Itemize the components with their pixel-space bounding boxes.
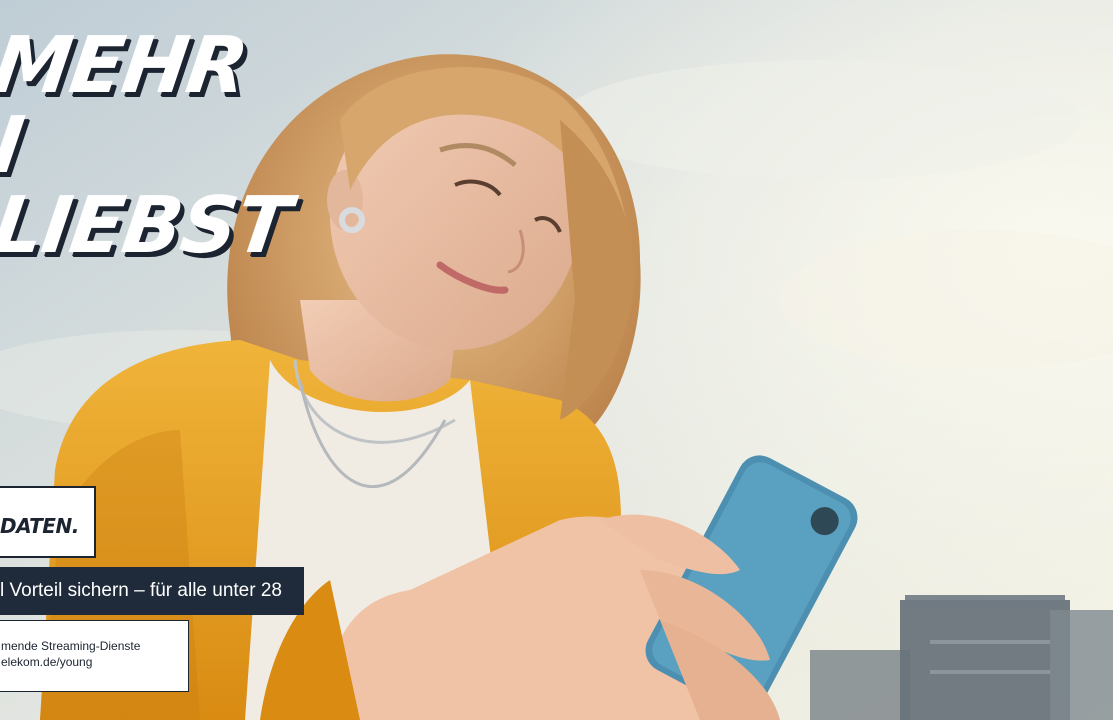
headline-line-2: I xyxy=(0,101,29,191)
data-badge: DATEN. xyxy=(0,486,96,558)
disclaimer-line-2: elekom.de/young xyxy=(1,655,93,669)
headline-line-3: LIEBST xyxy=(0,181,296,271)
headline: MEHR I LIEBST xyxy=(0,21,295,271)
headline-line-1: MEHR xyxy=(0,21,253,111)
disclaimer-box: mende Streaming-Dienste elekom.de/young xyxy=(0,620,189,692)
disclaimer-line-1: mende Streaming-Dienste xyxy=(1,639,141,653)
data-badge-label: DATEN. xyxy=(0,514,79,538)
promo-bar: l Vorteil sichern – für alle unter 28 xyxy=(0,567,304,615)
promo-text: l Vorteil sichern – für alle unter 28 xyxy=(0,580,282,601)
